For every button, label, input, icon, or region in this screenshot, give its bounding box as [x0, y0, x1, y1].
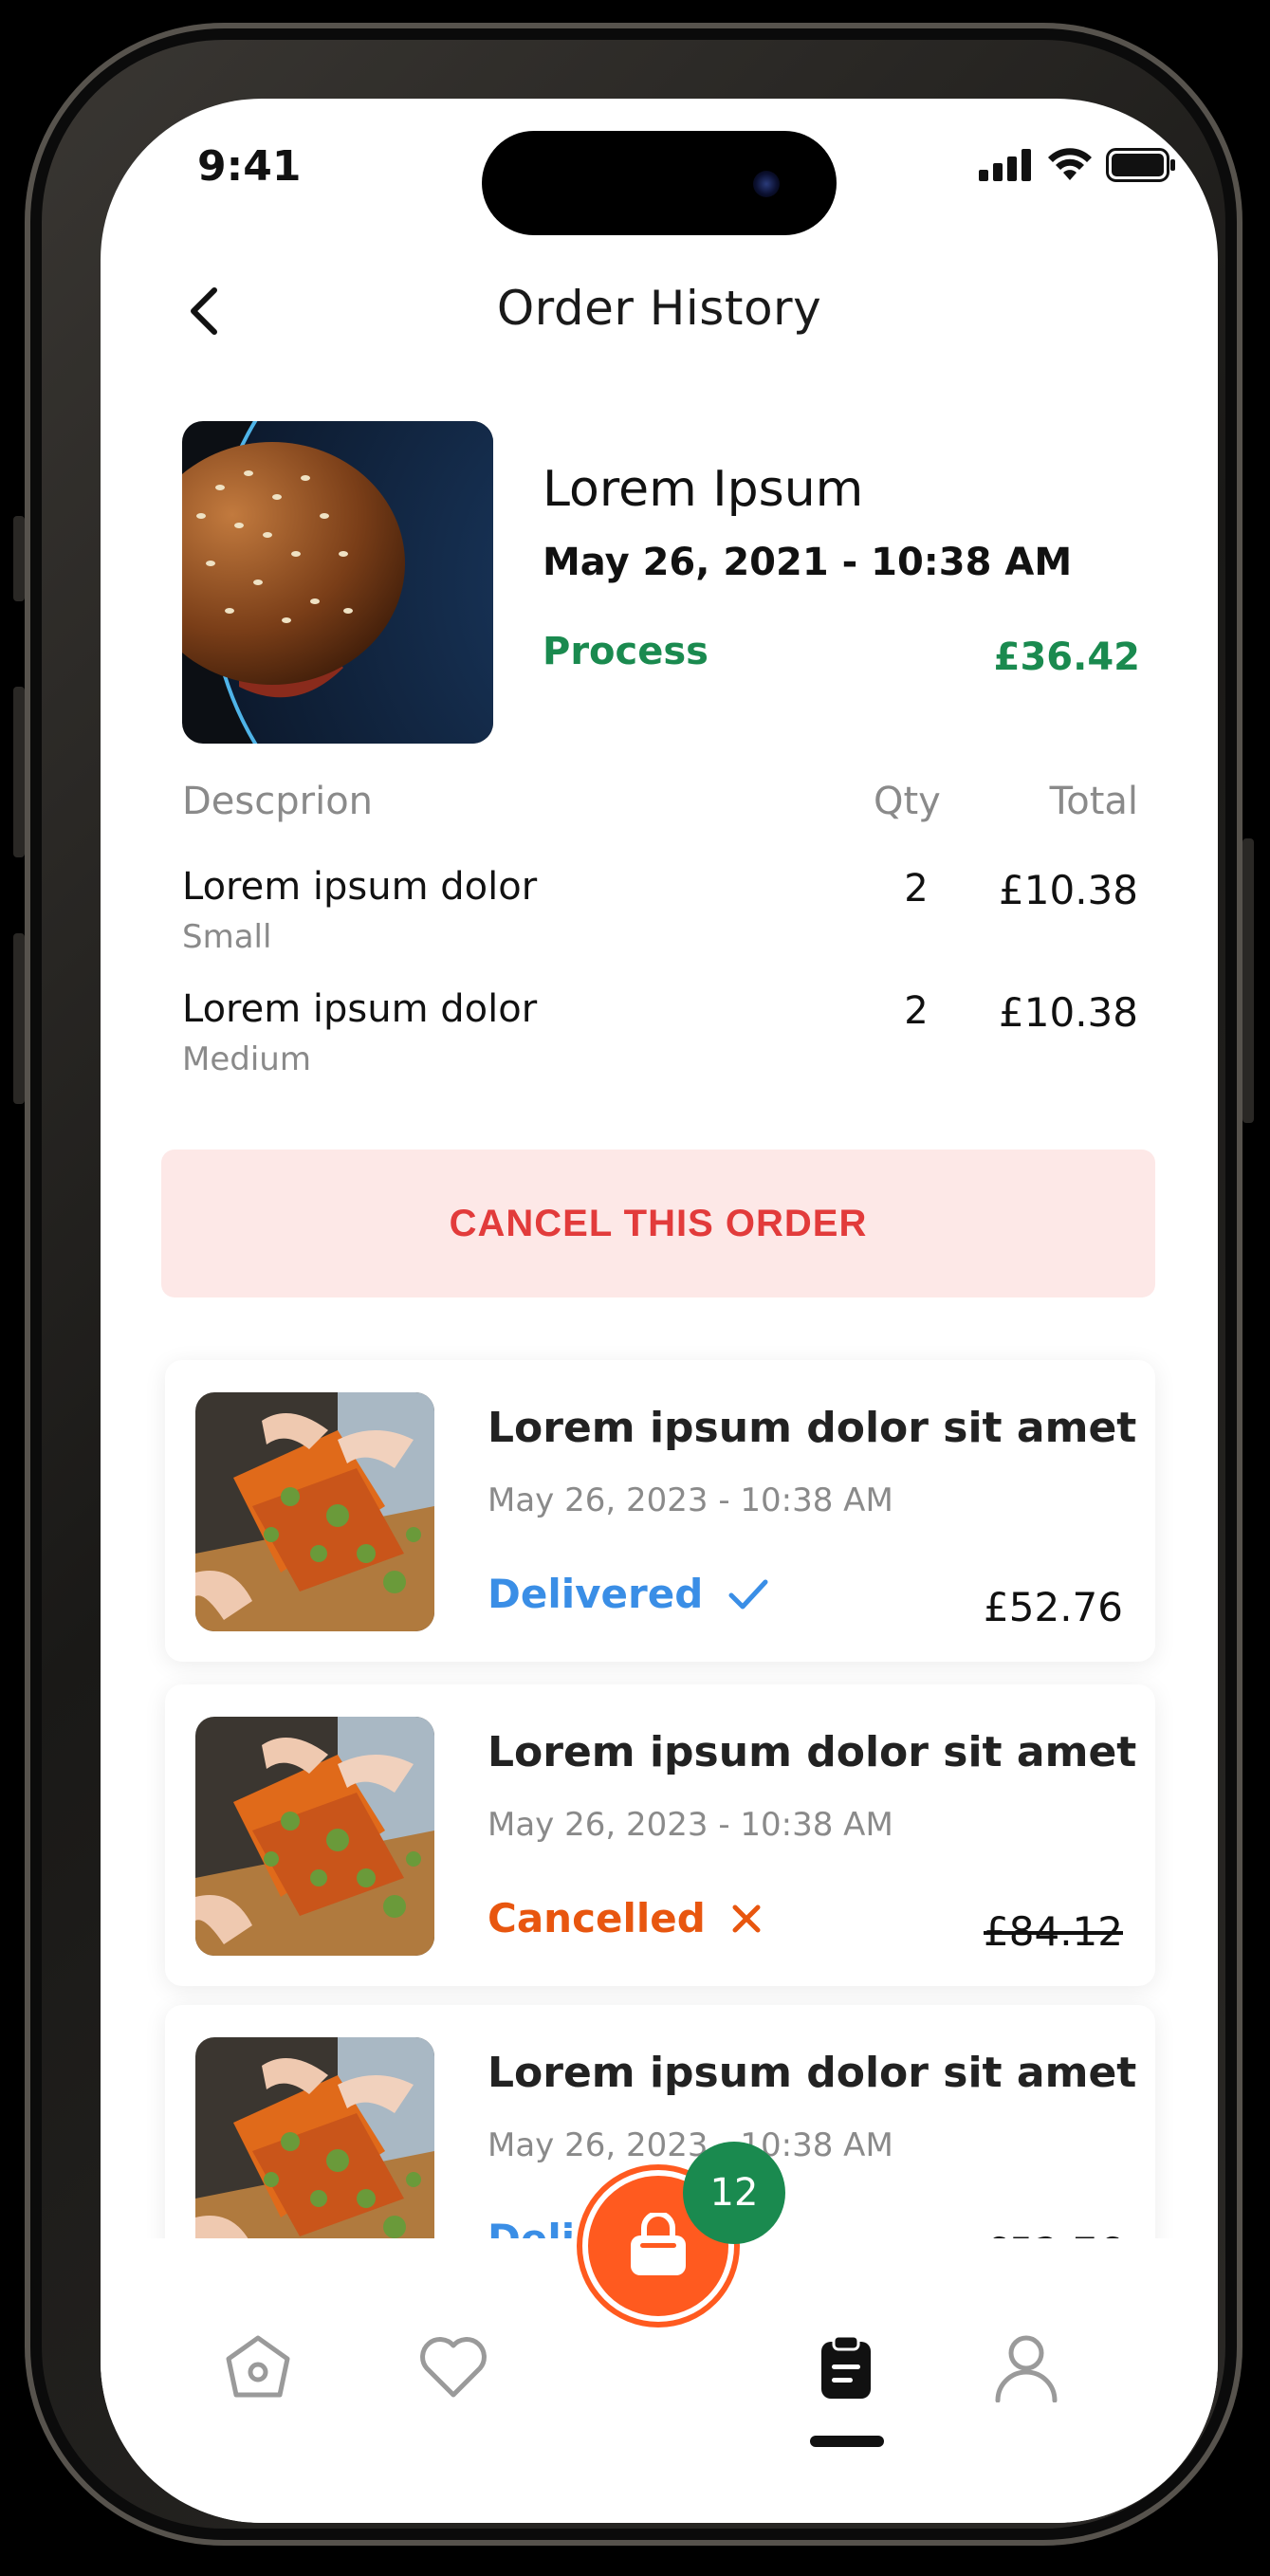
order-item-row: Lorem ipsum dolor Small 2 £10.38 — [101, 865, 1218, 988]
status-icons — [979, 148, 1176, 182]
active-tab-indicator — [810, 2436, 884, 2447]
orders-icon — [821, 2334, 871, 2399]
power-button — [1242, 838, 1254, 1123]
item-qty: 2 — [904, 989, 929, 1033]
status-label: Cancelled — [488, 1895, 706, 1941]
burger-image — [182, 421, 493, 744]
screen: 9:41 Order History Lorem Ipsum May 26, 2… — [101, 99, 1218, 2523]
history-card[interactable]: Lorem ipsum dolor sit amet May 26, 2023 … — [165, 1360, 1155, 1662]
profile-icon — [995, 2335, 1058, 2402]
item-size: Small — [182, 918, 272, 956]
item-name: Lorem ipsum dolor — [182, 865, 538, 909]
close-icon — [732, 1904, 761, 1932]
nav-favorites[interactable] — [415, 2329, 491, 2405]
order-name: Lorem Ipsum — [543, 461, 864, 518]
item-total: £10.38 — [999, 989, 1138, 1036]
status-label: Delivered — [488, 1571, 704, 1617]
card-date: May 26, 2023 - 10:38 AM — [488, 2126, 893, 2164]
phone-frame: 9:41 Order History Lorem Ipsum May 26, 2… — [13, 23, 1254, 2546]
column-description: Descprion — [182, 780, 374, 823]
signal-icon — [979, 149, 1031, 181]
cart-icon — [631, 2213, 686, 2275]
dynamic-island — [482, 131, 837, 235]
card-title: Lorem ipsum dolor sit amet — [488, 1404, 1137, 1452]
wifi-icon — [1048, 148, 1092, 180]
page-title: Order History — [496, 281, 822, 336]
column-qty: Qty — [874, 780, 941, 823]
card-price: £52.76 — [984, 1584, 1123, 1630]
order-image — [182, 421, 493, 744]
history-card[interactable]: Lorem ipsum dolor sit amet May 26, 2023 … — [165, 1684, 1155, 1986]
item-size: Medium — [182, 1040, 311, 1078]
heart-icon — [420, 2337, 487, 2398]
nav-home[interactable] — [220, 2329, 296, 2405]
cart-badge: 12 — [683, 2142, 785, 2244]
card-date: May 26, 2023 - 10:38 AM — [488, 1481, 893, 1519]
order-price: £36.42 — [993, 635, 1140, 679]
volume-down-button — [13, 933, 25, 1104]
battery-icon — [1106, 148, 1175, 182]
food-image — [195, 1392, 434, 1631]
order-status: Process — [543, 630, 709, 673]
column-total: Total — [1049, 780, 1138, 823]
check-icon — [728, 1579, 768, 1609]
card-price: £84.12 — [984, 1908, 1123, 1955]
status-time: 9:41 — [197, 142, 302, 191]
cancel-order-button[interactable]: CANCEL THIS ORDER — [161, 1150, 1155, 1297]
card-title: Lorem ipsum dolor sit amet — [488, 2049, 1137, 2097]
item-name: Lorem ipsum dolor — [182, 987, 538, 1031]
action-button — [13, 516, 25, 601]
item-qty: 2 — [904, 867, 929, 911]
camera-icon — [753, 171, 780, 197]
volume-up-button — [13, 687, 25, 857]
home-icon — [226, 2335, 290, 2398]
status-cancelled: Cancelled — [488, 1895, 763, 1941]
order-item-row: Lorem ipsum dolor Medium 2 £10.38 — [101, 987, 1218, 1111]
item-total: £10.38 — [999, 867, 1138, 913]
food-image — [195, 1717, 434, 1956]
nav-orders[interactable] — [808, 2329, 884, 2405]
order-date: May 26, 2021 - 10:38 AM — [543, 541, 1073, 584]
status-delivered: Delivered — [488, 1571, 769, 1617]
card-date: May 26, 2023 - 10:38 AM — [488, 1806, 893, 1844]
header: Order History — [101, 260, 1218, 355]
card-title: Lorem ipsum dolor sit amet — [488, 1728, 1137, 1776]
nav-profile[interactable] — [988, 2329, 1064, 2405]
